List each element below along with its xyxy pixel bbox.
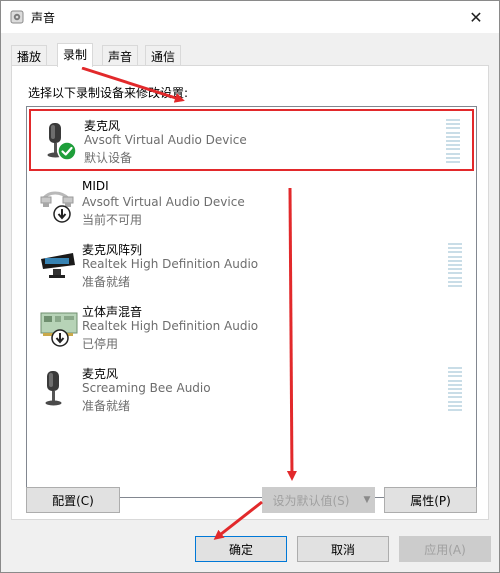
- configure-button[interactable]: 配置(C): [26, 487, 120, 513]
- apply-button[interactable]: 应用(A): [399, 536, 491, 562]
- device-item-stereo-mix[interactable]: 立体声混音 Realtek High Definition Audio 已停用: [29, 297, 474, 359]
- close-button[interactable]: ✕: [453, 1, 499, 33]
- device-status: 默认设备: [84, 151, 133, 165]
- tab-recording[interactable]: 录制: [57, 43, 94, 67]
- level-meter: [448, 243, 462, 287]
- microphone-array-icon: [41, 253, 75, 278]
- device-name: 麦克风: [82, 367, 119, 381]
- device-driver: Avsoft Virtual Audio Device: [84, 133, 247, 147]
- tab-playback[interactable]: 播放: [11, 45, 48, 66]
- instruction-text: 选择以下录制设备来修改设置:: [28, 86, 189, 100]
- device-driver: Screaming Bee Audio: [82, 381, 211, 395]
- tab-communications[interactable]: 通信: [145, 45, 182, 66]
- window-title: 声音: [31, 11, 56, 25]
- device-name: 麦克风阵列: [82, 243, 143, 257]
- device-status: 已停用: [82, 337, 119, 351]
- device-name: 麦克风: [84, 119, 121, 133]
- device-item-microphone-avsoft[interactable]: 麦克风 Avsoft Virtual Audio Device 默认设备: [29, 109, 474, 171]
- tab-sounds[interactable]: 声音: [102, 45, 139, 66]
- device-item-microphone-array[interactable]: 麦克风阵列 Realtek High Definition Audio 准备就绪: [29, 235, 474, 297]
- recording-panel: 选择以下录制设备来修改设置: 麦克风 Avsoft Virtual Audio …: [11, 65, 489, 520]
- level-meter: [448, 367, 462, 411]
- device-name: 立体声混音: [82, 305, 143, 319]
- set-default-button[interactable]: 设为默认值(S): [262, 487, 360, 513]
- ok-button[interactable]: 确定: [195, 536, 287, 562]
- device-list[interactable]: 麦克风 Avsoft Virtual Audio Device 默认设备 MID…: [26, 106, 477, 498]
- default-check-icon: [57, 141, 77, 161]
- set-default-dropdown[interactable]: ▼: [359, 487, 375, 513]
- title-bar[interactable]: 声音 ✕: [1, 1, 499, 33]
- properties-button[interactable]: 属性(P): [384, 487, 477, 513]
- device-driver: Realtek High Definition Audio: [82, 319, 259, 333]
- device-item-midi[interactable]: MIDI Avsoft Virtual Audio Device 当前不可用: [29, 173, 474, 235]
- device-item-microphone-screaming-bee[interactable]: 麦克风 Screaming Bee Audio 准备就绪: [29, 359, 474, 421]
- close-icon: ✕: [469, 7, 483, 27]
- chevron-down-icon: ▼: [363, 495, 371, 505]
- level-meter: [446, 119, 460, 163]
- device-driver: Avsoft Virtual Audio Device: [82, 195, 245, 209]
- down-arrow-badge-icon: [53, 205, 71, 223]
- speaker-app-icon: [10, 10, 24, 24]
- cancel-button[interactable]: 取消: [297, 536, 389, 562]
- device-status: 准备就绪: [82, 275, 131, 289]
- down-arrow-badge-icon: [51, 329, 69, 347]
- device-status: 准备就绪: [82, 399, 131, 413]
- device-name: MIDI: [82, 179, 109, 193]
- device-driver: Realtek High Definition Audio: [82, 257, 259, 271]
- sound-dialog: 声音 ✕ 播放 录制 声音 通信 选择以下录制设备来修改设置: 麦克风 Avso…: [0, 0, 500, 573]
- device-status: 当前不可用: [82, 213, 143, 227]
- microphone-icon: [45, 371, 62, 406]
